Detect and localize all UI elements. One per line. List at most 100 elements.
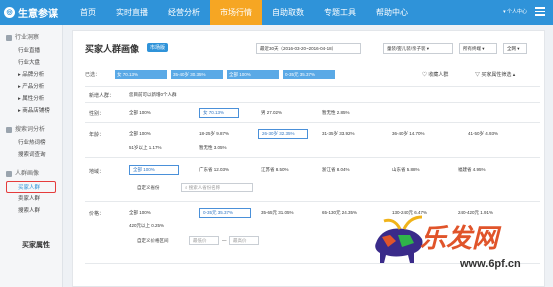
- region-option[interactable]: 浙江省 8.04%: [322, 167, 350, 173]
- sidebar-item-buyers[interactable]: 买家人群: [6, 181, 56, 193]
- gender-option[interactable]: 全部 100%: [129, 110, 151, 116]
- logo-icon: ◎: [4, 7, 15, 18]
- main-nav: 首页 实时直播 经营分析 市场行情 自助取数 专题工具 帮助中心: [70, 0, 418, 25]
- gender-option[interactable]: 暂无性 2.85%: [322, 110, 350, 116]
- gender-row: 性别： 全部 100% 女 70.13% 男 27.02% 暂无性 2.85%: [85, 102, 540, 122]
- gender-option[interactable]: 男 27.02%: [261, 110, 282, 116]
- persona-icon: [6, 171, 12, 177]
- buyer-attributes-title: 买家属性: [22, 242, 50, 249]
- sidebar-item-industry-live[interactable]: 行业直播: [0, 45, 62, 57]
- province-search-placeholder: 搜索人省份名称: [188, 185, 221, 190]
- price-label: 价格：: [89, 211, 105, 217]
- custom-province-label: 自定义省份: [137, 185, 160, 190]
- age-option[interactable]: 18-25岁 9.87%: [199, 131, 229, 137]
- sidebar-section-persona[interactable]: 人群画像: [0, 167, 62, 181]
- nav-market[interactable]: 市场行情: [210, 0, 262, 25]
- sidebar-item-searchers[interactable]: 搜索人群: [0, 205, 62, 217]
- sidebar-item-label: 品牌分析: [22, 72, 45, 78]
- custom-price-label: 自定义价格区间: [137, 238, 169, 243]
- sidebar-item-product[interactable]: ▸ 产品分析: [0, 81, 62, 93]
- age-row: 年龄： 全部 100% 18-25岁 9.87% 26-30岁 32.35% 3…: [85, 122, 540, 157]
- terminal-value: 所有终端: [463, 46, 481, 51]
- new-crowd-text: 您目前可以新增0个人群: [129, 92, 177, 97]
- category-value: 童装/婴儿装/亲子装: [387, 46, 426, 51]
- sidebar-item-ranking[interactable]: ▸ 商品店铺榜: [0, 105, 62, 117]
- age-option[interactable]: 暂无性 3.05%: [199, 145, 227, 151]
- sidebar-item-word-query[interactable]: 搜索词查询: [0, 149, 62, 161]
- sidebar-section-label: 行业洞察: [15, 35, 40, 41]
- sidebar-item-hot-words[interactable]: 行业热词榜: [0, 137, 62, 149]
- category-select[interactable]: 童装/婴儿装/亲子装 ▾: [383, 43, 453, 54]
- region-row: 地域： 全部 100% 广东省 12.03% 江苏省 8.50% 浙江省 8.0…: [85, 157, 540, 201]
- region-option[interactable]: 福建省 4.95%: [458, 167, 486, 173]
- nav-home[interactable]: 首页: [70, 0, 106, 25]
- date-range-select[interactable]: 最近30天（2016-03-20~2016-04-18）: [256, 43, 361, 54]
- sidebar-item-industry-overview[interactable]: 行业大盘: [0, 57, 62, 69]
- terminal-select[interactable]: 所有终端 ▾: [459, 43, 497, 54]
- menu-icon[interactable]: [535, 7, 545, 17]
- sidebar-section-search[interactable]: 搜索词分析: [0, 123, 62, 137]
- price-option[interactable]: 全部 100%: [129, 210, 151, 216]
- watermark-url: www.6pf.cn: [460, 258, 521, 270]
- age-option[interactable]: 51岁以上 1.17%: [129, 145, 162, 151]
- nav-business-analysis[interactable]: 经营分析: [158, 0, 210, 25]
- gender-option-selected[interactable]: 女 70.13%: [199, 108, 239, 118]
- region-option[interactable]: 江苏省 8.50%: [261, 167, 289, 173]
- sidebar-section-label: 搜索词分析: [15, 127, 46, 133]
- nav-self-service-data[interactable]: 自助取数: [262, 0, 314, 25]
- nav-tools[interactable]: 专题工具: [314, 0, 366, 25]
- sidebar-item-brand[interactable]: ▸ 品牌分析: [0, 69, 62, 81]
- sidebar-section-industry[interactable]: 行业洞察: [0, 31, 62, 45]
- collect-crowd-link[interactable]: ♡ 收藏人群: [422, 71, 448, 78]
- chip-price[interactable]: 0-35元 35.37%: [283, 70, 335, 79]
- chip-gender[interactable]: 女 70.13%: [115, 70, 167, 79]
- logo-text: 生意参谋: [18, 9, 58, 20]
- region-select[interactable]: 全网 ▾: [503, 43, 527, 54]
- age-option[interactable]: 36-40岁 14.70%: [392, 131, 425, 137]
- gender-label: 性别：: [89, 111, 105, 117]
- price-option[interactable]: 420元以上 0.25%: [129, 223, 164, 229]
- price-option[interactable]: 35-65元 31.05%: [261, 210, 294, 216]
- min-price-input[interactable]: 最低价: [189, 236, 219, 245]
- sidebar-item-label: 属性分析: [22, 96, 45, 102]
- region-option[interactable]: 山东省 5.88%: [392, 167, 420, 173]
- sidebar-item-attribute[interactable]: ▸ 属性分析: [0, 93, 62, 105]
- search-analysis-icon: [6, 127, 12, 133]
- province-search-input[interactable]: ⌕ 搜索人省份名称: [181, 183, 253, 192]
- filter-label: 买家属性筛选: [481, 72, 512, 78]
- age-option[interactable]: 全部 100%: [129, 131, 151, 137]
- sidebar-item-sellers[interactable]: 卖家人群: [0, 193, 62, 205]
- range-dash: —: [222, 238, 227, 243]
- selected-filters-bar: 已选： 女 70.13% 35-40岁 30.35% 全部 100% 0-35元…: [85, 69, 535, 81]
- chip-age[interactable]: 35-40岁 30.35%: [171, 70, 223, 79]
- price-option[interactable]: 65-130元 24.35%: [322, 210, 357, 216]
- top-navbar: ◎ 生意参谋 首页 实时直播 经营分析 市场行情 自助取数 专题工具 帮助中心 …: [0, 0, 553, 25]
- selected-label: 已选：: [85, 72, 101, 78]
- age-option[interactable]: 41-50岁 4.93%: [468, 131, 498, 137]
- age-label: 年龄：: [89, 132, 105, 138]
- age-option-selected[interactable]: 26-30岁 32.35%: [258, 129, 308, 139]
- sidebar-item-label: 商品店铺榜: [22, 108, 50, 114]
- filter-toggle-link[interactable]: ▽ 买家属性筛选 ▴: [475, 71, 515, 78]
- region-label: 地域：: [89, 169, 105, 175]
- user-center-label: 个人中心: [506, 9, 527, 15]
- price-option[interactable]: 240-420元 1.91%: [458, 210, 493, 216]
- industry-icon: [6, 35, 12, 41]
- region-option[interactable]: 广东省 12.03%: [199, 167, 229, 173]
- price-option-selected[interactable]: 0-35元 35.37%: [199, 208, 251, 218]
- app-logo[interactable]: ◎ 生意参谋: [4, 5, 58, 20]
- watermark-text: 乐发网: [420, 224, 499, 254]
- date-range-value: 最近30天（2016-03-20~2016-04-18）: [260, 46, 337, 51]
- region-value: 全网: [507, 46, 516, 51]
- user-center-link[interactable]: ▾ 个人中心: [503, 8, 527, 15]
- max-price-input[interactable]: 最高价: [229, 236, 259, 245]
- nav-help[interactable]: 帮助中心: [366, 0, 418, 25]
- chip-region[interactable]: 全部 100%: [227, 70, 279, 79]
- age-option[interactable]: 31-35岁 33.92%: [322, 131, 355, 137]
- page-title: 买家人群画像: [85, 44, 140, 54]
- edition-badge: 市场版: [147, 43, 169, 52]
- region-option-selected[interactable]: 全部 100%: [129, 165, 179, 175]
- sidebar-item-label: 产品分析: [22, 84, 45, 90]
- nav-live[interactable]: 实时直播: [106, 0, 158, 25]
- new-crowd-row: 新增人群： 您目前可以新增0个人群: [85, 86, 540, 102]
